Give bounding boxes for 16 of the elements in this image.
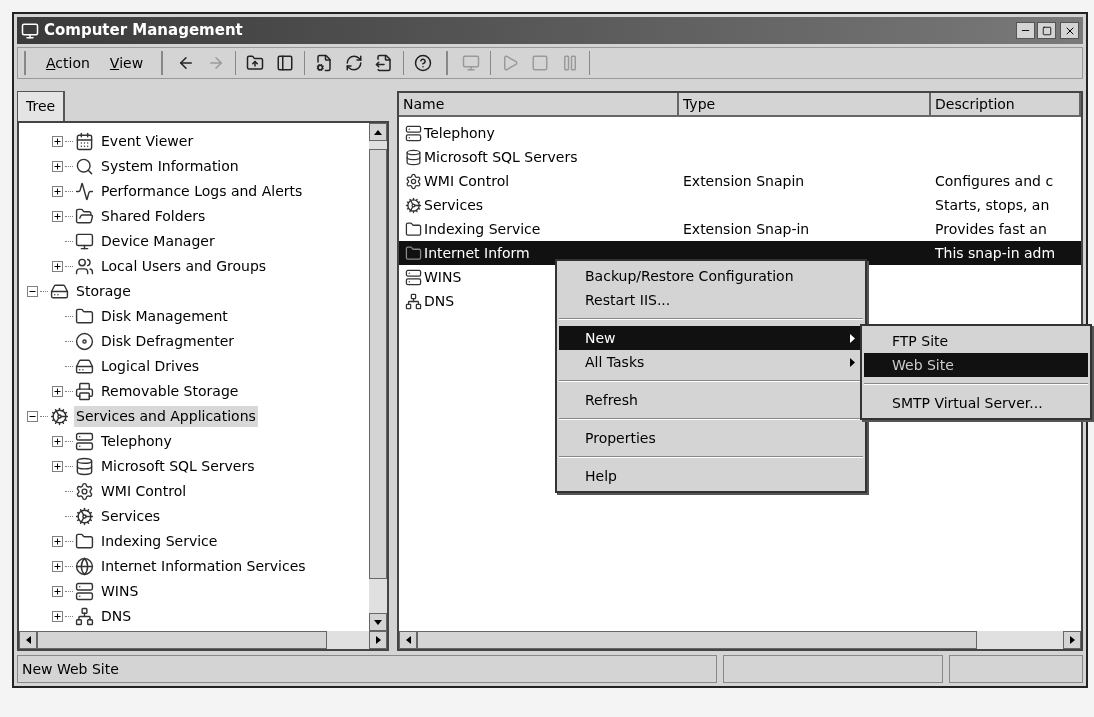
name-cell-text: Indexing Service: [424, 219, 541, 239]
description-cell: Starts, stops, an: [935, 196, 1050, 213]
name-cell-text: Internet Inform: [424, 243, 530, 263]
name-cell-text: Services: [424, 195, 484, 215]
type-cell: Extension Snapin: [683, 172, 805, 189]
status-text: New Web Site: [22, 659, 119, 679]
name-cell-text: WMI Control: [424, 171, 510, 191]
description-cell: Provides fast an: [935, 220, 1047, 237]
window-title: Computer Management: [44, 20, 243, 42]
description-cell: This snap-in adm: [935, 244, 1056, 261]
name-cell-text: Telephony: [424, 123, 495, 143]
name-cell-text: Microsoft SQL Servers: [424, 147, 578, 167]
description-cell: Configures and c: [935, 172, 1054, 189]
name-cell-text: DNS: [424, 291, 455, 311]
type-cell: Extension Snap-in: [683, 220, 810, 237]
name-cell-text: WINS: [424, 267, 462, 287]
